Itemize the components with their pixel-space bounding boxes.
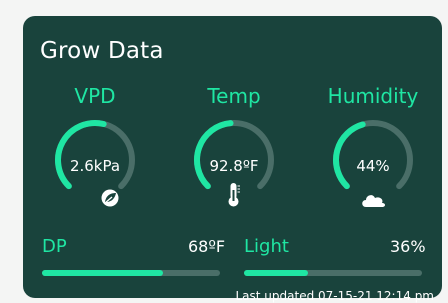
light-bar-fill [244, 270, 309, 276]
temp-gauge: Temp 92.8ºF [184, 16, 284, 207]
cloud-icon [362, 195, 385, 207]
vpd-value: 2.6kPa [69, 157, 121, 175]
humidity-gauge: Humidity 44% [323, 16, 423, 207]
light-label: Light [244, 236, 289, 257]
light-bar-track [244, 270, 422, 276]
dp-bar-track [42, 270, 220, 276]
humidity-label: Humidity [327, 84, 419, 108]
dp-label: DP [42, 236, 67, 257]
vpd-label: VPD [74, 84, 116, 108]
temp-value: 92.8ºF [209, 157, 259, 175]
grow-data-card: Grow Data VPD 2.6kPa Temp 92.8ºF Humidit… [23, 16, 442, 303]
leaf-icon [101, 189, 119, 207]
dp-bar-fill [42, 270, 164, 276]
temp-label: Temp [207, 84, 261, 108]
last-updated-text: Last updated 07-15-21 12:14 pm [235, 289, 434, 303]
humidity-value: 44% [356, 157, 390, 175]
dp-value: 68ºF [188, 237, 226, 256]
thermometer-icon [228, 183, 240, 207]
light-value: 36% [390, 237, 426, 256]
vpd-gauge: VPD 2.6kPa [45, 16, 145, 207]
